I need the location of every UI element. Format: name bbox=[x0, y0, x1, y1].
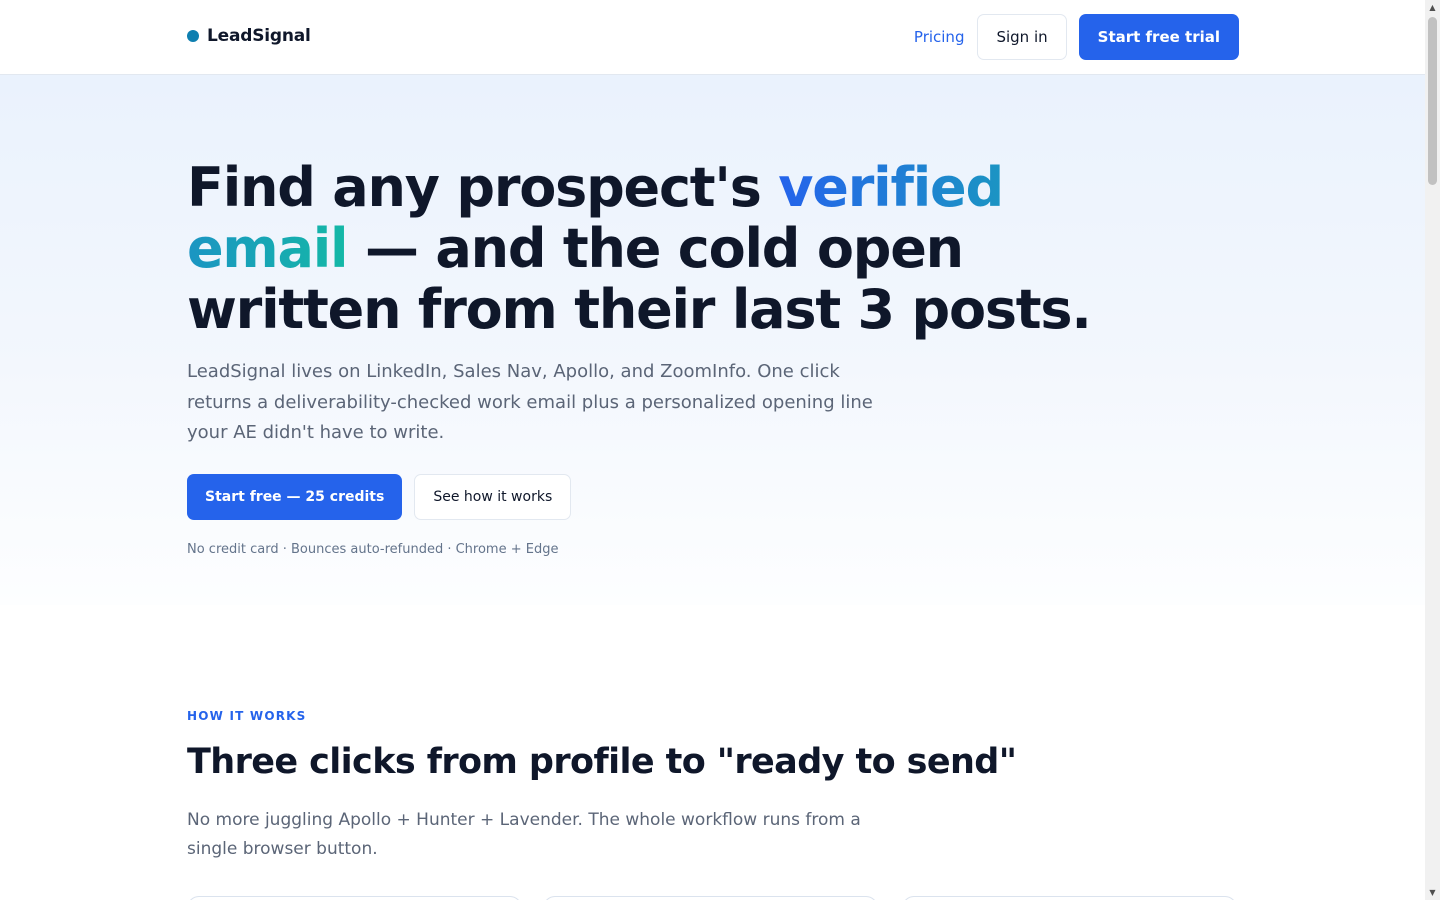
see-how-it-works-button[interactable]: See how it works bbox=[414, 474, 572, 520]
vertical-scrollbar[interactable]: ▲ ▼ bbox=[1425, 0, 1440, 900]
pricing-link[interactable]: Pricing bbox=[914, 28, 965, 46]
start-free-trial-button[interactable]: Start free trial bbox=[1078, 14, 1239, 60]
hero-note: No credit card · Bounces auto-refunded ·… bbox=[187, 542, 559, 557]
start-free-credits-button[interactable]: Start free — 25 credits bbox=[187, 474, 403, 520]
hero-title: Find any prospect's verified email — and… bbox=[187, 157, 1147, 340]
step-card bbox=[902, 896, 1237, 900]
brand-logo[interactable]: LeadSignal bbox=[187, 26, 311, 46]
hero-section: Find any prospect's verified email — and… bbox=[0, 75, 1425, 605]
scroll-down-arrow-icon[interactable]: ▼ bbox=[1425, 885, 1440, 900]
hero-title-part1: Find any prospect's bbox=[187, 156, 779, 219]
scrollbar-thumb[interactable] bbox=[1428, 17, 1437, 185]
hero-cta-group: Start free — 25 credits See how it works bbox=[187, 474, 583, 520]
scroll-up-arrow-icon[interactable]: ▲ bbox=[1425, 0, 1440, 15]
brand-name: LeadSignal bbox=[207, 26, 311, 46]
page: LeadSignal Pricing Sign in Start free tr… bbox=[0, 0, 1425, 900]
step-card bbox=[187, 896, 522, 900]
section-subtitle: No more juggling Apollo + Hunter + Laven… bbox=[187, 810, 861, 859]
site-header: LeadSignal Pricing Sign in Start free tr… bbox=[0, 0, 1425, 75]
step-card bbox=[543, 896, 878, 900]
hero-subtitle: LeadSignal lives on LinkedIn, Sales Nav,… bbox=[187, 361, 873, 443]
top-nav: Pricing Sign in Start free trial bbox=[914, 14, 1239, 60]
sign-in-button[interactable]: Sign in bbox=[977, 14, 1067, 60]
section-title: Three clicks from profile to "ready to s… bbox=[187, 742, 1017, 782]
section-eyebrow: HOW IT WORKS bbox=[187, 709, 307, 723]
brand-dot-icon bbox=[187, 30, 199, 42]
